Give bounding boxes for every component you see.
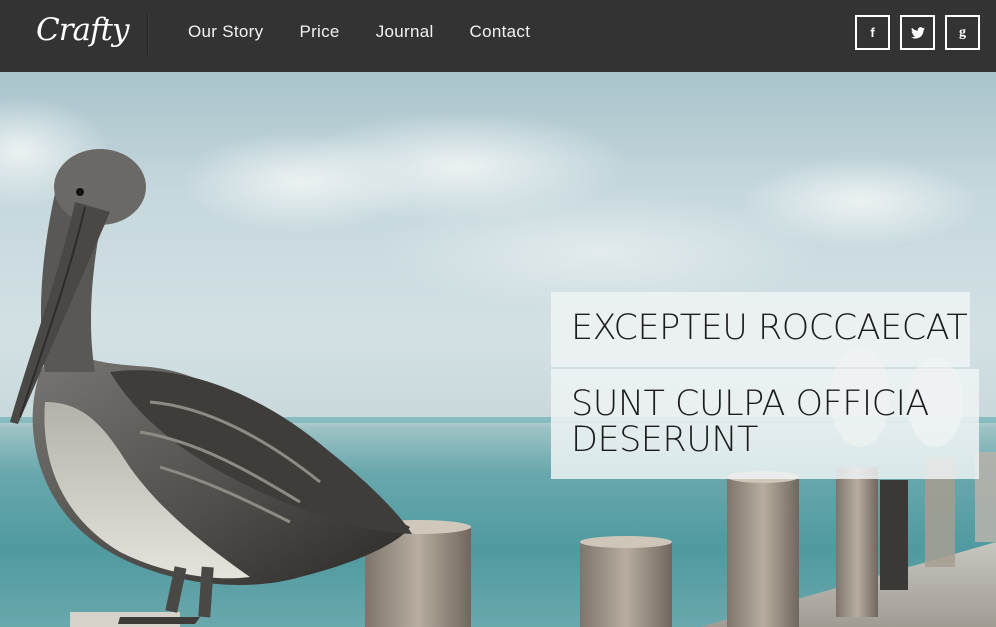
facebook-icon: f	[870, 25, 875, 40]
hero-caption-secondary: SUNT CULPA OFFICIA DESERUNT	[551, 369, 979, 479]
google-plus-button[interactable]: g	[945, 15, 980, 50]
hero-caption-primary: EXCEPTEU ROCCAECAT	[551, 292, 970, 367]
hero-caption-secondary-line-1: SUNT CULPA OFFICIA	[571, 384, 929, 424]
google-plus-icon: g	[959, 24, 966, 40]
hero-caption-primary-text: EXCEPTEU ROCCAECAT	[571, 308, 968, 348]
nav-link-journal[interactable]: Journal	[376, 22, 434, 42]
social-links: f g	[845, 15, 980, 50]
top-navbar: Crafty Our Story Price Journal Contact f…	[0, 0, 996, 72]
main-nav: Our Story Price Journal Contact	[188, 22, 566, 42]
hero-caption-secondary-line-2: DESERUNT	[571, 420, 758, 460]
logo-divider	[147, 12, 148, 54]
nav-link-our-story[interactable]: Our Story	[188, 22, 263, 42]
nav-link-contact[interactable]: Contact	[470, 22, 531, 42]
brand-logo[interactable]: Crafty	[36, 12, 129, 52]
facebook-button[interactable]: f	[855, 15, 890, 50]
nav-link-price[interactable]: Price	[299, 22, 339, 42]
twitter-button[interactable]	[900, 15, 935, 50]
hero-banner: EXCEPTEU ROCCAECAT SUNT CULPA OFFICIA DE…	[0, 72, 996, 627]
twitter-icon	[910, 26, 925, 39]
